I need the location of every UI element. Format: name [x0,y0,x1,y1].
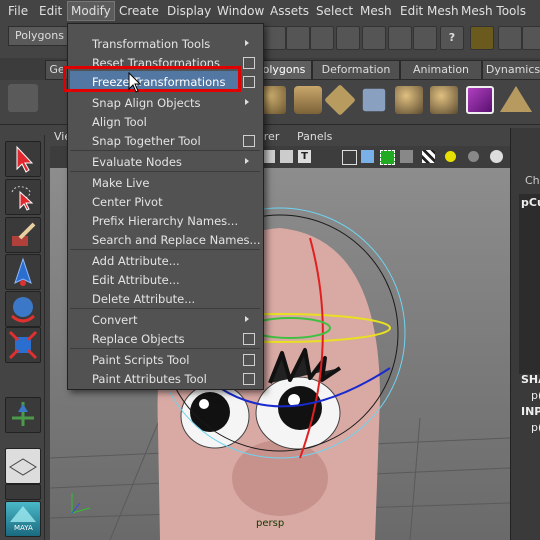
text-icon[interactable]: T [298,150,311,163]
inputs-header: INP [521,405,540,418]
menu-item-convert[interactable]: Convert [92,313,137,327]
menu-item-replace-objects[interactable]: Replace Objects [92,332,185,346]
menu-separator [70,171,260,172]
smooth-shade-icon[interactable] [361,150,374,163]
camera-label: persp [256,518,285,529]
xray-icon[interactable] [380,150,395,165]
layout-four-icon[interactable] [5,484,41,500]
menu-item-transformation-tools[interactable]: Transformation Tools [92,37,210,51]
lasso-tool-icon[interactable] [5,179,41,215]
submenu-arrow-icon [245,99,249,105]
highlight-callout-box [63,66,241,92]
channel-box-list: pCu [519,194,540,374]
menu-separator [70,308,260,309]
menu-window[interactable]: Window [217,4,264,18]
option-box-icon[interactable] [243,135,255,147]
menu-separator [70,249,260,250]
tab-polygons[interactable]: olygons [256,60,312,80]
shadows-icon[interactable] [490,150,503,163]
help-icon[interactable]: ? [440,26,464,50]
option-box-icon[interactable] [243,57,255,69]
option-box-icon[interactable] [243,373,255,385]
shape-object[interactable]: p( [531,389,540,402]
menu-set-label: Polygons [15,29,64,42]
menu-item-snap-together-tool[interactable]: Snap Together Tool [92,134,201,148]
snap-surface-icon[interactable] [362,26,386,50]
menu-item-add-attribute[interactable]: Add Attribute... [92,254,180,268]
channel-box-header: Cha [525,174,540,187]
poly-pyramid-icon[interactable] [500,86,532,112]
textured-icon[interactable] [400,150,413,163]
menu-item-paint-scripts-tool[interactable]: Paint Scripts Tool [92,353,189,367]
menu-file[interactable]: File [8,4,28,18]
option-box-icon[interactable] [243,354,255,366]
menu-item-edit-attribute[interactable]: Edit Attribute... [92,273,180,287]
ipr-render-icon[interactable] [522,26,540,50]
selection-highlight-icon[interactable] [498,26,522,50]
menu-modify[interactable]: Modify [67,1,115,21]
menu-create[interactable]: Create [119,4,159,18]
menu-item-evaluate-nodes[interactable]: Evaluate Nodes [92,155,182,169]
menu-display[interactable]: Display [167,4,211,18]
all-lights-icon[interactable] [468,151,479,162]
history-icon[interactable] [413,26,437,50]
menu-mesh[interactable]: Mesh [360,4,392,18]
main-menubar: File Edit Modify Create Display Window A… [0,0,540,24]
menu-edit[interactable]: Edit [39,4,62,18]
menu-item-search-replace-names[interactable]: Search and Replace Names... [92,233,261,247]
combine-icon[interactable] [395,86,423,114]
option-box-icon[interactable] [243,333,255,345]
submenu-arrow-icon [245,40,249,46]
tab-deformation[interactable]: Deformation [312,60,400,80]
wireframe-shaded-icon[interactable] [342,150,357,165]
menu-mesh-tools[interactable]: Mesh Tools [461,4,526,18]
menu-separator [70,348,260,349]
snap-grid-icon[interactable] [262,26,286,50]
menu-item-delete-attribute[interactable]: Delete Attribute... [92,292,195,306]
layout-single-icon[interactable] [5,448,41,484]
submenu-arrow-icon [245,316,249,322]
snap-curve-icon[interactable] [286,26,310,50]
channel-object-name[interactable]: pCu [521,196,540,209]
scale-tool-icon[interactable] [5,327,41,363]
menu-select[interactable]: Select [316,4,353,18]
select-tool-icon[interactable] [5,141,41,177]
grid-toggle-icon[interactable] [280,150,293,163]
menu-separator [70,150,260,151]
menu-item-paint-attributes-tool[interactable]: Paint Attributes Tool [92,372,207,386]
menu-item-prefix-hierarchy-names[interactable]: Prefix Hierarchy Names... [92,214,238,228]
mouse-cursor-icon [128,72,142,93]
tab-animation[interactable]: Animation [400,60,482,80]
default-lights-icon[interactable] [445,151,456,162]
tab-dynamics[interactable]: Dynamics [482,60,540,80]
checker-icon[interactable] [422,150,435,163]
shelf-menu-icon[interactable] [8,84,38,112]
smooth-cube-icon[interactable] [466,86,494,114]
maya-logo: MAYA [5,501,41,537]
shapes-header: SHA [521,373,540,386]
paint-select-tool-icon[interactable] [5,217,41,253]
channel-box: Cha pCu SHA p( INP p( [510,128,540,540]
snap-plane-icon[interactable] [336,26,360,50]
lock-icon[interactable] [470,26,494,50]
move-tool-icon[interactable] [5,254,41,290]
poly-subdiv-icon[interactable] [362,88,386,112]
input-object[interactable]: p( [531,421,540,434]
menu-item-center-pivot[interactable]: Center Pivot [92,195,163,209]
maya-logo-text: MAYA [14,524,33,532]
menu-assets[interactable]: Assets [270,4,309,18]
separate-icon[interactable] [430,86,458,114]
menu-edit-mesh[interactable]: Edit Mesh [400,4,459,18]
rotate-tool-icon[interactable] [5,291,41,327]
menu-item-snap-align-objects[interactable]: Snap Align Objects [92,96,201,110]
menu-item-make-live[interactable]: Make Live [92,176,149,190]
menu-item-align-tool[interactable]: Align Tool [92,115,147,129]
panel-menu-panels[interactable]: Panels [297,130,332,143]
poly-cylinder-icon[interactable] [294,86,322,114]
snap-vertex-icon[interactable] [388,26,412,50]
snap-point-icon[interactable] [310,26,334,50]
last-tool-icon[interactable] [5,397,41,433]
option-box-icon[interactable] [243,76,255,88]
submenu-arrow-icon [245,158,249,164]
